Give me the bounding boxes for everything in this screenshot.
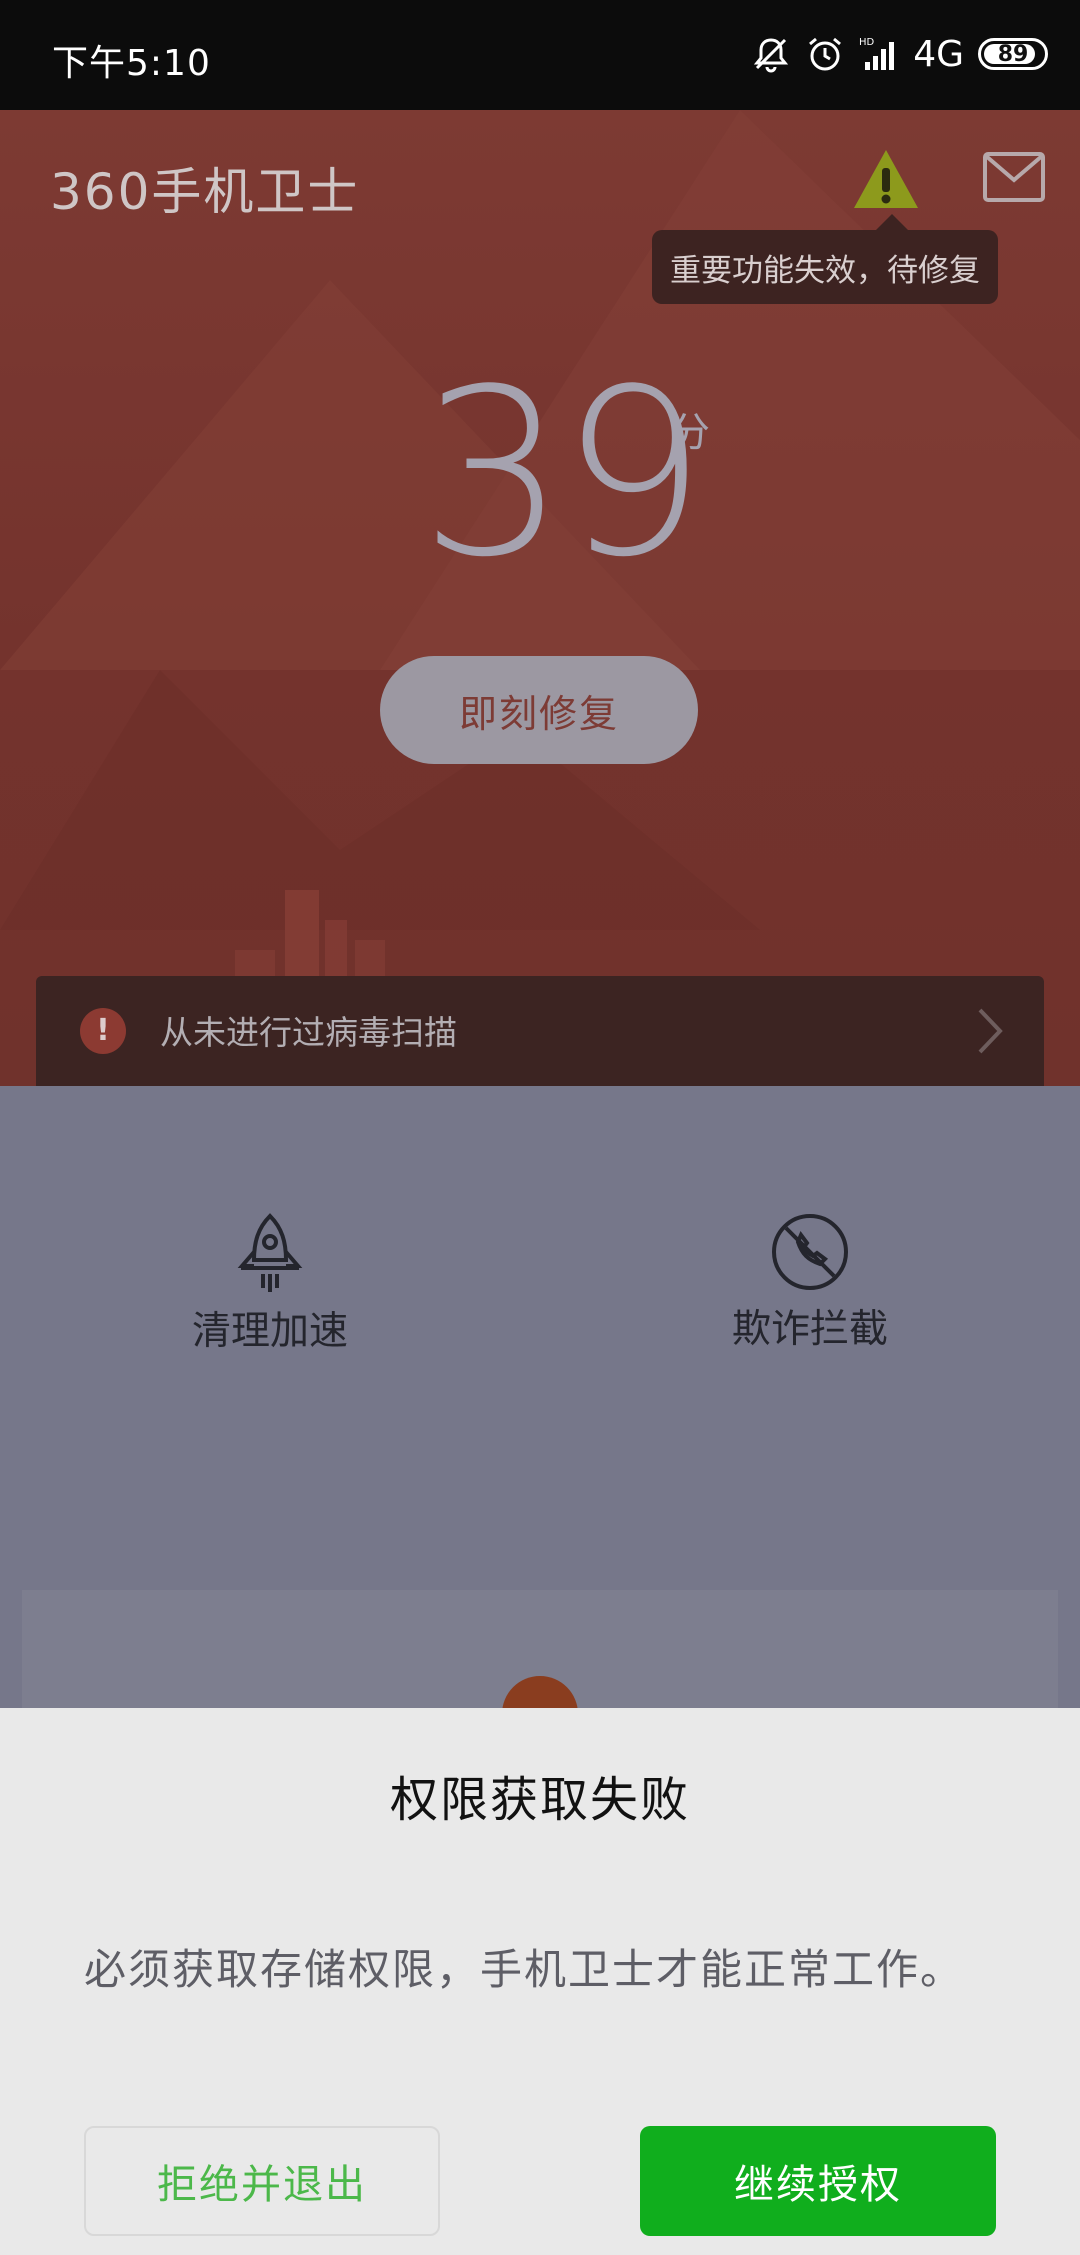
network-type: 4G <box>913 33 964 75</box>
permission-dialog: 权限获取失败 必须获取存储权限，手机卫士才能正常工作。 拒绝并退出 继续授权 <box>0 1708 1080 2255</box>
feature-label: 欺诈拦截 <box>731 1307 888 1352</box>
dialog-message: 必须获取存储权限，手机卫士才能正常工作。 <box>84 1945 965 1994</box>
status-bar: 下午5:10 HD 4G 89 <box>0 0 1080 110</box>
alert-text: 从未进行过病毒扫描 <box>160 1013 457 1052</box>
feature-fraud-block[interactable]: 欺诈拦截 <box>690 1212 930 1354</box>
status-icons: HD 4G 89 <box>751 28 1048 80</box>
exclamation-icon: ! <box>80 1008 126 1054</box>
blocked-call-icon <box>772 1214 848 1290</box>
feature-label: 清理加速 <box>191 1309 348 1354</box>
status-time: 下午5:10 <box>52 43 211 84</box>
security-score: 39 <box>420 341 707 608</box>
dialog-title: 权限获取失败 <box>389 1772 690 1828</box>
warning-icon[interactable] <box>852 148 920 212</box>
continue-authorize-button[interactable]: 继续授权 <box>640 2126 996 2236</box>
rocket-icon <box>237 1213 303 1292</box>
app-logo: 360手机卫士 <box>50 163 360 221</box>
score-unit: 分 <box>670 410 710 456</box>
bell-muted-icon <box>754 38 789 73</box>
svg-text:HD: HD <box>859 37 875 48</box>
warning-tooltip: 重要功能失效，待修复 <box>652 214 998 304</box>
virus-scan-alert[interactable]: ! 从未进行过病毒扫描 <box>36 976 1044 1086</box>
fix-now-button[interactable]: 即刻修复 <box>380 656 698 764</box>
battery-percent: 89 <box>997 41 1029 67</box>
city-silhouette <box>235 890 385 980</box>
chevron-right-icon <box>978 1008 1003 1054</box>
alarm-icon <box>809 37 842 71</box>
signal-hd-icon: HD <box>859 37 895 70</box>
mail-icon[interactable] <box>983 152 1045 202</box>
feature-clean-speedup[interactable]: 清理加速 <box>150 1212 390 1356</box>
main-content: 清理加速 欺诈拦截 <box>0 1086 1080 1790</box>
security-header: 360手机卫士 重要功能失效，待修复 39 分 即刻修复 ! 从未进行过病毒扫描 <box>0 110 1080 1086</box>
reject-exit-button[interactable]: 拒绝并退出 <box>84 2126 440 2236</box>
battery-icon: 89 <box>978 38 1048 70</box>
